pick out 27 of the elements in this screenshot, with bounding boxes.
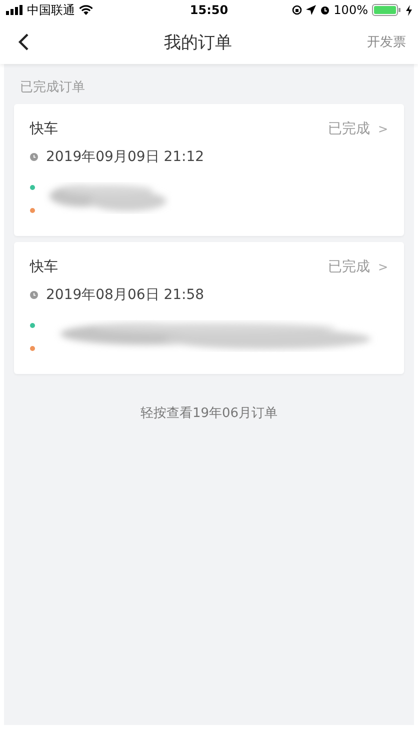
- order-time: 2019年09月09日 21:12: [46, 148, 204, 166]
- invoice-link[interactable]: 开发票: [367, 33, 406, 51]
- order-card[interactable]: 快车 已完成 > 2019年09月09日 21:12: [14, 104, 404, 236]
- carrier-name: 中国联通: [27, 2, 75, 18]
- clock-time: 15:50: [190, 3, 228, 17]
- ride-type: 快车: [30, 120, 58, 138]
- wifi-icon: [79, 5, 93, 15]
- ride-type: 快车: [30, 258, 58, 276]
- clock-icon: [30, 153, 38, 161]
- order-time: 2019年08月06日 21:58: [46, 286, 204, 304]
- location-arrow-icon: [306, 5, 316, 15]
- charging-icon: [406, 4, 412, 16]
- order-status: 已完成: [328, 258, 370, 276]
- battery-percent: 100%: [334, 3, 368, 17]
- lock-rotation-icon: [292, 5, 302, 15]
- clock-icon: [30, 291, 38, 299]
- order-status: 已完成: [328, 120, 370, 138]
- section-title: 已完成订单: [19, 79, 86, 97]
- chevron-icon: >: [378, 260, 388, 274]
- order-card[interactable]: 快车 已完成 > 2019年08月06日 21:58: [14, 242, 404, 374]
- signal-icon: [6, 5, 23, 15]
- battery-icon: [372, 4, 402, 16]
- alarm-icon: [320, 5, 330, 15]
- view-older-orders-link[interactable]: 轻按查看19年06月订单: [140, 404, 278, 422]
- page-title: 我的订单: [164, 32, 232, 54]
- chevron-icon: >: [378, 122, 388, 136]
- back-icon[interactable]: [18, 33, 29, 51]
